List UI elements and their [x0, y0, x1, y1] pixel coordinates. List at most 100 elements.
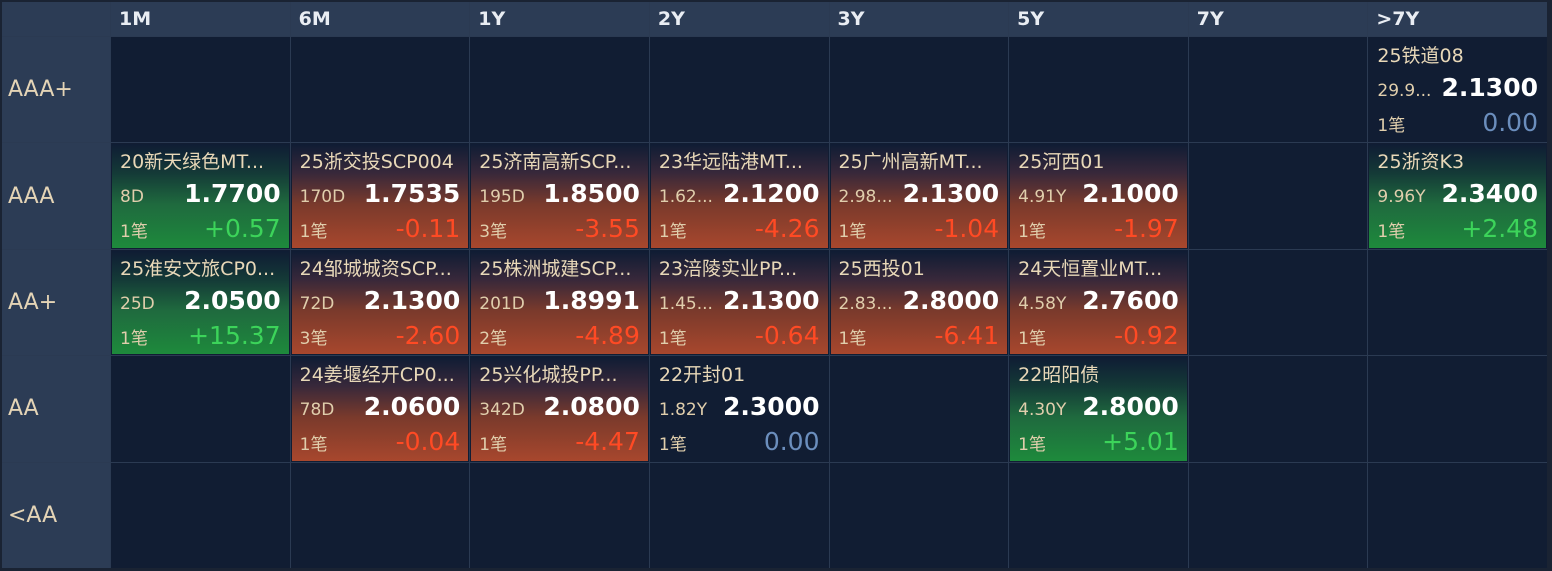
matrix-cell-aa-plus-over-7y — [1368, 249, 1547, 356]
matrix-cell-aa-plus-2y: 23涪陵实业PP... 1.45... 2.1300 1笔 -0.64 — [649, 249, 829, 356]
bond-card[interactable]: 20新天绿色MT... 8D 1.7700 1笔 +0.57 — [112, 144, 289, 248]
matrix-cell-aa-plus-6m: 24邹城城资SCP... 72D 2.1300 3笔 -2.60 — [290, 249, 470, 356]
bond-card[interactable]: 25西投01 2.83... 2.8000 1笔 -6.41 — [830, 250, 1008, 355]
col-header-1m[interactable]: 1M — [111, 2, 290, 36]
bond-term: 201D — [479, 293, 525, 314]
bond-yield: 2.1300 — [902, 179, 1000, 209]
bond-yield: 1.8500 — [543, 179, 640, 209]
trade-count: 1笔 — [299, 435, 328, 456]
trade-count: 1笔 — [479, 435, 508, 456]
col-header-1y[interactable]: 1Y — [470, 2, 649, 36]
col-header-2y[interactable]: 2Y — [649, 2, 829, 36]
trade-count: 1笔 — [120, 222, 148, 243]
matrix-cell-aaa-plus-1y — [470, 37, 649, 143]
row-header-below-aa: <AA — [2, 462, 110, 568]
row-header-aa: AA — [2, 356, 110, 462]
col-header-3y[interactable]: 3Y — [829, 2, 1009, 36]
row-header-aaa: AAA — [2, 143, 110, 249]
bond-yield: 1.7535 — [363, 179, 461, 209]
col-header-6m[interactable]: 6M — [290, 2, 470, 36]
bond-yield: 2.1300 — [363, 285, 461, 315]
matrix-cell-aa-3y — [829, 356, 1009, 462]
bond-yield: 2.8000 — [1082, 392, 1179, 422]
bond-yield: 2.7600 — [1082, 285, 1179, 315]
matrix-cell-aa-1m — [111, 356, 290, 462]
trade-count: 1笔 — [1377, 116, 1406, 136]
matrix-cell-below-aa-2y — [649, 462, 829, 568]
rating-term-matrix: 1M 6M 1Y 2Y 3Y 5Y 7Y >7Y AAA+ 25铁道08 29.9.… — [2, 2, 1547, 568]
bond-term: 4.58Y — [1018, 293, 1067, 314]
bond-term: 1.62... — [658, 187, 713, 208]
bond-yield: 2.3000 — [723, 392, 820, 422]
bond-card[interactable]: 22昭阳债 4.30Y 2.8000 1笔 +5.01 — [1010, 357, 1187, 461]
bond-card[interactable]: 25铁道08 29.9... 2.1300 1笔 0.00 — [1369, 38, 1546, 142]
matrix-cell-aaa-plus-2y — [649, 37, 829, 143]
col-header-5y[interactable]: 5Y — [1009, 2, 1188, 36]
bond-name: 23华远陆港MT... — [658, 151, 803, 174]
trade-count: 3笔 — [479, 222, 508, 243]
trade-count: 2笔 — [479, 328, 508, 349]
bond-card[interactable]: 23华远陆港MT... 1.62... 2.1200 1笔 -4.26 — [650, 144, 828, 248]
matrix-cell-aaa-3y: 25广州高新MT... 2.98... 2.1300 1笔 -1.04 — [829, 143, 1009, 249]
bond-term: 4.30Y — [1018, 400, 1067, 421]
bond-card[interactable]: 25兴化城投PP... 342D 2.0800 1笔 -4.47 — [471, 357, 648, 461]
matrix-cell-aaa-plus-3y — [829, 37, 1009, 143]
matrix-cell-aaa-over-7y: 25浙资K3 9.96Y 2.3400 1笔 +2.48 — [1368, 143, 1547, 249]
matrix-cell-below-aa-7y — [1188, 462, 1368, 568]
matrix-cell-below-aa-1m — [111, 462, 290, 568]
yield-change: -0.92 — [1114, 320, 1179, 350]
yield-change: -4.47 — [575, 427, 640, 457]
bond-term: 29.9... — [1377, 81, 1432, 101]
bond-card[interactable]: 22开封01 1.82Y 2.3000 1笔 0.00 — [650, 357, 828, 461]
yield-change: -1.97 — [1114, 214, 1179, 244]
bond-name: 25铁道08 — [1377, 45, 1464, 67]
bond-yield: 2.1200 — [723, 179, 820, 209]
bond-yield: 2.1000 — [1082, 179, 1179, 209]
matrix-cell-aaa-1m: 20新天绿色MT... 8D 1.7700 1笔 +0.57 — [111, 143, 290, 249]
yield-change: -1.04 — [934, 214, 1000, 244]
col-header-7y[interactable]: 7Y — [1188, 2, 1368, 36]
col-header-over-7y[interactable]: >7Y — [1368, 2, 1547, 36]
matrix-cell-aa-over-7y — [1368, 356, 1547, 462]
bond-card[interactable]: 25河西01 4.91Y 2.1000 1笔 -1.97 — [1010, 144, 1187, 248]
yield-change: +2.48 — [1461, 214, 1538, 244]
bond-card[interactable]: 25株洲城建SCP... 201D 1.8991 2笔 -4.89 — [471, 250, 648, 355]
yield-change: +15.37 — [188, 320, 281, 350]
bond-name: 24姜堰经开CP0... — [299, 364, 455, 387]
bond-name: 24邹城城资SCP... — [299, 257, 452, 280]
yield-change: -0.64 — [754, 320, 820, 350]
yield-change: -2.60 — [395, 320, 461, 350]
yield-change: -4.89 — [575, 320, 640, 350]
bond-name: 20新天绿色MT... — [120, 151, 265, 174]
bond-term: 4.91Y — [1018, 187, 1067, 208]
trade-count: 1笔 — [658, 328, 687, 349]
matrix-cell-below-aa-6m — [290, 462, 470, 568]
bond-term: 78D — [299, 400, 335, 421]
matrix-cell-aaa-1y: 25济南高新SCP... 195D 1.8500 3笔 -3.55 — [470, 143, 649, 249]
matrix-cell-aa-plus-1y: 25株洲城建SCP... 201D 1.8991 2笔 -4.89 — [470, 249, 649, 356]
matrix-cell-aaa-plus-6m — [290, 37, 470, 143]
row-header-aaa-plus: AAA+ — [2, 37, 110, 143]
matrix-cell-aaa-2y: 23华远陆港MT... 1.62... 2.1200 1笔 -4.26 — [649, 143, 829, 249]
bond-card[interactable]: 24邹城城资SCP... 72D 2.1300 3笔 -2.60 — [291, 250, 469, 355]
bond-term: 8D — [120, 187, 144, 208]
bond-card[interactable]: 25浙资K3 9.96Y 2.3400 1笔 +2.48 — [1369, 144, 1546, 248]
bond-card[interactable]: 25济南高新SCP... 195D 1.8500 3笔 -3.55 — [471, 144, 648, 248]
bond-term: 9.96Y — [1377, 187, 1426, 208]
bond-card[interactable]: 25浙交投SCP004 170D 1.7535 1笔 -0.11 — [291, 144, 469, 248]
bond-yield: 2.3400 — [1441, 179, 1538, 209]
trade-count: 3笔 — [299, 328, 328, 349]
corner-cell — [2, 2, 110, 36]
bond-term: 342D — [479, 400, 525, 421]
bond-card[interactable]: 25广州高新MT... 2.98... 2.1300 1笔 -1.04 — [830, 144, 1008, 248]
bond-card[interactable]: 25淮安文旅CP0... 25D 2.0500 1笔 +15.37 — [112, 250, 289, 355]
bond-card[interactable]: 24姜堰经开CP0... 78D 2.0600 1笔 -0.04 — [291, 357, 469, 461]
matrix-cell-aa-plus-5y: 24天恒置业MT... 4.58Y 2.7600 1笔 -0.92 — [1009, 249, 1188, 356]
trade-count: 1笔 — [1018, 328, 1046, 349]
bond-name: 25浙交投SCP004 — [299, 151, 454, 174]
bond-card[interactable]: 24天恒置业MT... 4.58Y 2.7600 1笔 -0.92 — [1010, 250, 1187, 355]
yield-change: -0.04 — [395, 427, 461, 457]
bond-name: 25兴化城投PP... — [479, 364, 618, 387]
bond-card[interactable]: 23涪陵实业PP... 1.45... 2.1300 1笔 -0.64 — [650, 250, 828, 355]
bond-yield: 2.0500 — [184, 285, 281, 315]
